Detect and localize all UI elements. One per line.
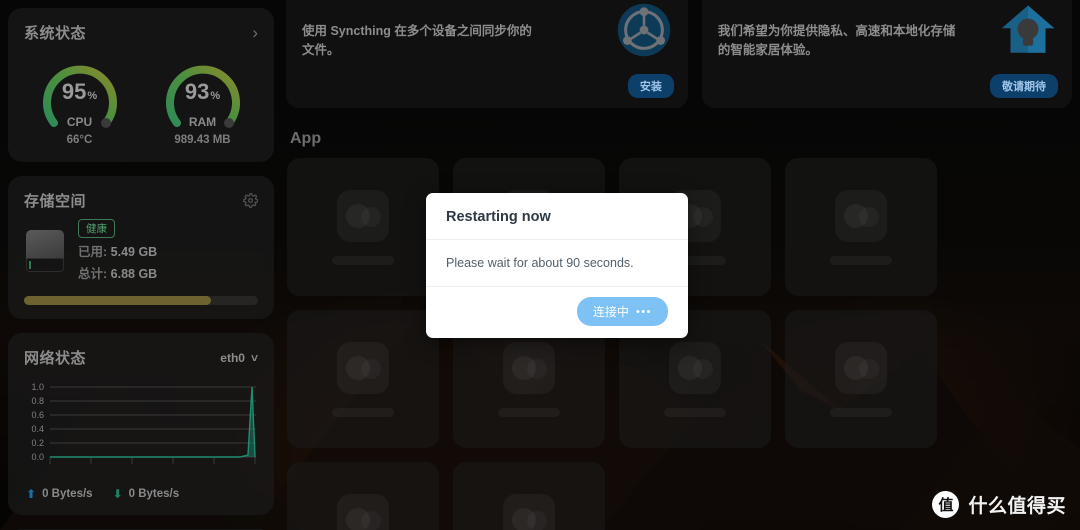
restart-dialog-footer: 连接中 •••: [426, 287, 688, 338]
app-card-placeholder[interactable]: [287, 158, 439, 296]
ram-usage-value: 989.43 MB: [174, 134, 231, 146]
svg-text:0.6: 0.6: [31, 410, 44, 420]
app-card-placeholder[interactable]: [287, 310, 439, 448]
svg-text:0.8: 0.8: [31, 396, 44, 406]
svg-text:0.0: 0.0: [31, 452, 44, 462]
connecting-button[interactable]: 连接中 •••: [576, 297, 668, 326]
storage-header: 存储空间: [8, 176, 274, 215]
watermark-text: 什么值得买: [968, 496, 1066, 517]
network-title: 网络状态: [24, 350, 87, 367]
cloud-placeholder-icon: [337, 493, 389, 530]
network-stats: ⬆ 0 Bytes/s ⬇ 0 Bytes/s: [8, 479, 274, 515]
storage-used-row: 已用: 5.49 GB: [78, 245, 158, 259]
storage-usage-bar: [24, 296, 258, 305]
cpu-gauge-label: CPU: [66, 115, 93, 129]
ram-gauge-label: RAM: [188, 115, 217, 129]
cpu-gauge-value: 95%: [61, 79, 98, 104]
cloud-placeholder-icon: [337, 189, 389, 242]
network-upload-stat: ⬆ 0 Bytes/s: [26, 487, 93, 501]
install-button[interactable]: 安装: [627, 74, 674, 98]
network-chart: 1.0 0.8 0.6 0.4 0.2 0.0: [8, 372, 274, 479]
chevron-down-icon[interactable]: ˅: [251, 351, 258, 365]
system-status-title: 系统状态: [24, 25, 87, 42]
svg-text:0.4: 0.4: [31, 424, 44, 434]
gauge-row: 95% CPU 66°C 93% RAM 989.43 MB: [8, 47, 274, 162]
network-header: 网络状态 eth0 ˅: [8, 333, 274, 372]
promo-card-syncthing-text: 使用 Syncthing 在多个设备之间同步你的文件。: [302, 24, 532, 57]
network-widget[interactable]: 网络状态 eth0 ˅ 1.0 0.8 0.6 0.4 0.2 0.0 ⬆ 0 …: [8, 333, 274, 515]
system-status-header[interactable]: 系统状态 ›: [8, 8, 274, 47]
cloud-placeholder-icon: [503, 493, 555, 530]
storage-title: 存储空间: [24, 193, 87, 210]
app-card-placeholder[interactable]: [785, 158, 937, 296]
app-card-label-placeholder: [498, 407, 560, 417]
system-status-widget[interactable]: 系统状态 › 95% CPU 66°C 93% RAM 989.43 MB: [8, 8, 274, 162]
storage-body: 健康 已用: 5.49 GB 总计: 6.88 GB: [8, 215, 274, 284]
chevron-right-icon[interactable]: ›: [252, 24, 258, 41]
network-traffic-chart: 1.0 0.8 0.6 0.4 0.2 0.0: [31, 382, 256, 464]
ram-gauge: 93% RAM 989.43 MB: [149, 53, 257, 146]
cloud-placeholder-icon: [669, 341, 721, 394]
app-card-placeholder[interactable]: [453, 462, 605, 530]
restart-dialog-message: Please wait for about 90 seconds.: [426, 240, 688, 287]
svg-text:1.0: 1.0: [31, 382, 44, 392]
storage-widget[interactable]: 存储空间 健康 已用: 5.49 GB 总计: 6.88 GB: [8, 176, 274, 319]
app-card-label-placeholder: [332, 255, 394, 265]
syncthing-icon: [617, 3, 671, 57]
arrow-down-icon: ⬇: [112, 487, 123, 501]
app-card-label-placeholder: [664, 407, 726, 417]
svg-text:0.2: 0.2: [31, 438, 44, 448]
restart-dialog-title: Restarting now: [446, 209, 551, 225]
status-badge: 健康: [78, 219, 115, 238]
app-card-label-placeholder: [332, 407, 394, 417]
cpu-temperature: 66°C: [66, 134, 93, 146]
connecting-button-label: 连接中: [592, 305, 629, 319]
storage-total-row: 总计: 6.88 GB: [78, 267, 158, 281]
gear-icon[interactable]: [243, 193, 258, 208]
network-interface-select[interactable]: eth0 ˅: [220, 351, 258, 365]
restart-dialog-header: Restarting now: [426, 193, 688, 240]
hard-drive-icon: [24, 228, 66, 274]
cloud-placeholder-icon: [503, 341, 555, 394]
app-card-placeholder[interactable]: [785, 310, 937, 448]
desktop-root: 系统状态 › 95% CPU 66°C 93% RAM 989.43 MB 存储…: [0, 0, 1080, 530]
arrow-up-icon: ⬆: [26, 487, 37, 501]
cpu-gauge: 95% CPU 66°C: [26, 53, 134, 146]
watermark-logo-icon: 值: [932, 491, 960, 518]
promo-card-smarthome-text: 我们希望为你提供隐私、高速和本地化存储的智能家居体验。: [717, 24, 956, 57]
sidebar: 系统状态 › 95% CPU 66°C 93% RAM 989.43 MB 存储…: [8, 8, 274, 530]
coming-soon-button[interactable]: 敬请期待: [990, 74, 1058, 98]
cloud-placeholder-icon: [835, 341, 887, 394]
app-section-title: App: [290, 130, 322, 147]
ram-gauge-value: 93%: [184, 79, 221, 104]
app-card-label-placeholder: [830, 407, 892, 417]
cloud-placeholder-icon: [337, 341, 389, 394]
loading-dots-icon: •••: [635, 305, 652, 318]
promo-card-smarthome[interactable]: 我们希望为你提供隐私、高速和本地化存储的智能家居体验。 敬请期待: [701, 0, 1072, 108]
restart-dialog: Restarting now Please wait for about 90 …: [426, 193, 688, 338]
network-interface-label: eth0: [220, 350, 245, 365]
app-card-placeholder[interactable]: [287, 462, 439, 530]
app-card-label-placeholder: [830, 255, 892, 265]
network-download-stat: ⬇ 0 Bytes/s: [112, 487, 180, 501]
promo-row: 使用 Syncthing 在多个设备之间同步你的文件。 安装 我们希望为你提供隐…: [286, 0, 1080, 108]
cloud-placeholder-icon: [835, 189, 887, 242]
watermark: 值 什么值得买: [932, 491, 1066, 518]
storage-info: 健康 已用: 5.49 GB 总计: 6.88 GB: [78, 219, 157, 282]
promo-card-syncthing[interactable]: 使用 Syncthing 在多个设备之间同步你的文件。 安装: [286, 0, 688, 108]
smart-home-icon: [1001, 5, 1055, 53]
